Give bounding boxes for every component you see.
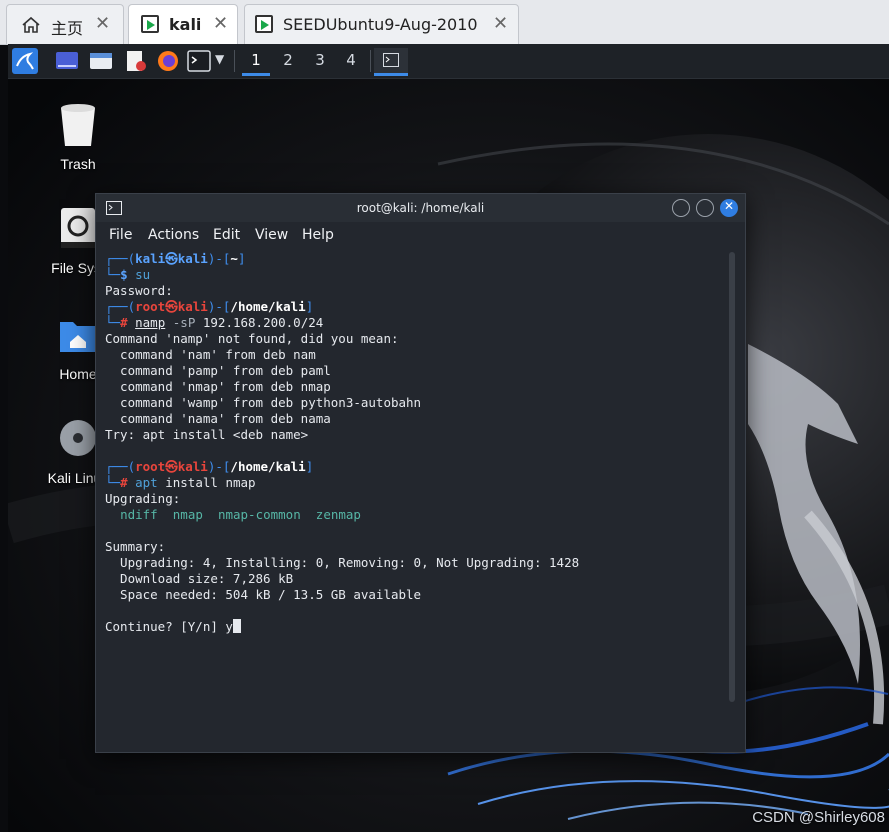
minimize-button[interactable] [672, 199, 690, 217]
menu-actions[interactable]: Actions [148, 227, 199, 243]
output-line: command 'pamp' from deb paml [105, 363, 331, 378]
output-line: Try: apt install <deb name> [105, 427, 309, 442]
maximize-button[interactable] [696, 199, 714, 217]
vm-icon [255, 15, 273, 33]
command-line: └─# namp -sP 192.168.200.0/24 [105, 315, 324, 330]
close-icon[interactable]: ✕ [493, 13, 508, 34]
menu-file[interactable]: File [109, 227, 132, 243]
text-cursor [232, 619, 241, 633]
home-folder-icon [60, 322, 96, 352]
output-line: Command 'namp' not found, did you mean: [105, 331, 399, 346]
home-icon [22, 16, 40, 33]
output-line: Download size: 7,286 kB [105, 571, 294, 586]
tab-kali[interactable]: kali ✕ [128, 4, 238, 44]
disc-icon [60, 420, 96, 456]
tab-seedubuntu[interactable]: SEEDUbuntu9-Aug-2010 ✕ [244, 4, 519, 44]
trash-icon [61, 104, 95, 146]
output-line: command 'nam' from deb nam [105, 347, 316, 362]
workspace-3[interactable]: 3 [306, 51, 334, 73]
file-manager-icon[interactable] [89, 50, 113, 72]
workspace-2[interactable]: 2 [274, 51, 302, 73]
input-line[interactable]: Continue? [Y/n] y [105, 619, 723, 635]
desktop-icon-trash[interactable]: Trash [32, 102, 124, 172]
prompt-line: ┌──(root㉿kali)-[/home/kali] [105, 299, 314, 314]
watermark: CSDN @Shirley608 [752, 809, 885, 826]
menu-help[interactable]: Help [302, 227, 334, 243]
terminal-output[interactable]: ┌──(kali㉿kali)-[~] └─$ su Password: ┌──(… [105, 251, 723, 741]
tab-kali-label: kali [169, 15, 202, 34]
tab-home-label: 主页 [51, 19, 84, 38]
output-line: command 'nama' from deb nama [105, 411, 331, 426]
menu-edit[interactable]: Edit [213, 227, 240, 243]
terminal-icon [383, 53, 399, 67]
package-list: ndiff nmap nmap-common zenmap [120, 507, 361, 522]
desktop-icon-label: Trash [60, 156, 96, 172]
firefox-icon[interactable] [156, 50, 180, 72]
close-icon[interactable]: ✕ [95, 13, 110, 34]
close-button[interactable]: ✕ [720, 199, 738, 217]
terminal-window[interactable]: root@kali: /home/kali ✕ File Actions Edi… [95, 193, 746, 753]
panel-separator [234, 50, 235, 72]
output-line: Summary: [105, 539, 166, 554]
command-line: └─$ su [105, 267, 151, 282]
output-line: Password: [105, 283, 173, 298]
prompt-line: ┌──(root㉿kali)-[/home/kali] [105, 459, 314, 474]
menu-view[interactable]: View [255, 227, 288, 243]
show-desktop-icon[interactable] [55, 50, 79, 72]
kali-panel: ▼ 1 2 3 4 [8, 44, 889, 79]
guest-screen: ▼ 1 2 3 4 Trash File Syst Home Kali Linu… [8, 44, 889, 832]
taskbar-terminal-button[interactable] [374, 48, 408, 76]
chevron-down-icon[interactable]: ▼ [215, 52, 224, 66]
text-editor-icon[interactable] [124, 50, 148, 72]
command-line: └─# apt install nmap [105, 475, 256, 490]
drive-icon [61, 208, 95, 248]
tab-home[interactable]: 主页 ✕ [6, 4, 124, 44]
vm-icon [141, 15, 159, 33]
output-line: command 'wamp' from deb python3-autobahn [105, 395, 422, 410]
output-line: command 'nmap' from deb nmap [105, 379, 331, 394]
vm-tab-bar: 主页 ✕ kali ✕ SEEDUbuntu9-Aug-2010 ✕ [0, 0, 889, 45]
panel-separator [370, 50, 371, 72]
output-line: Upgrading: 4, Installing: 0, Removing: 0… [105, 555, 580, 570]
workspace-4[interactable]: 4 [337, 51, 365, 73]
close-icon: ✕ [724, 199, 735, 213]
terminal-icon[interactable] [187, 50, 211, 72]
prompt-line: ┌──(kali㉿kali)-[~] [105, 251, 246, 266]
close-icon[interactable]: ✕ [213, 13, 228, 34]
terminal-titlebar[interactable]: root@kali: /home/kali ✕ [96, 194, 745, 222]
kali-menu-icon[interactable] [12, 48, 38, 74]
window-title: root@kali: /home/kali [356, 201, 485, 215]
workspace-1[interactable]: 1 [242, 51, 270, 76]
output-line: Space needed: 504 kB / 13.5 GB available [105, 587, 422, 602]
tab-seedubuntu-label: SEEDUbuntu9-Aug-2010 [283, 15, 478, 34]
output-line: Upgrading: [105, 491, 181, 506]
terminal-menubar: File Actions Edit View Help [96, 222, 745, 250]
scrollbar[interactable] [729, 252, 735, 702]
